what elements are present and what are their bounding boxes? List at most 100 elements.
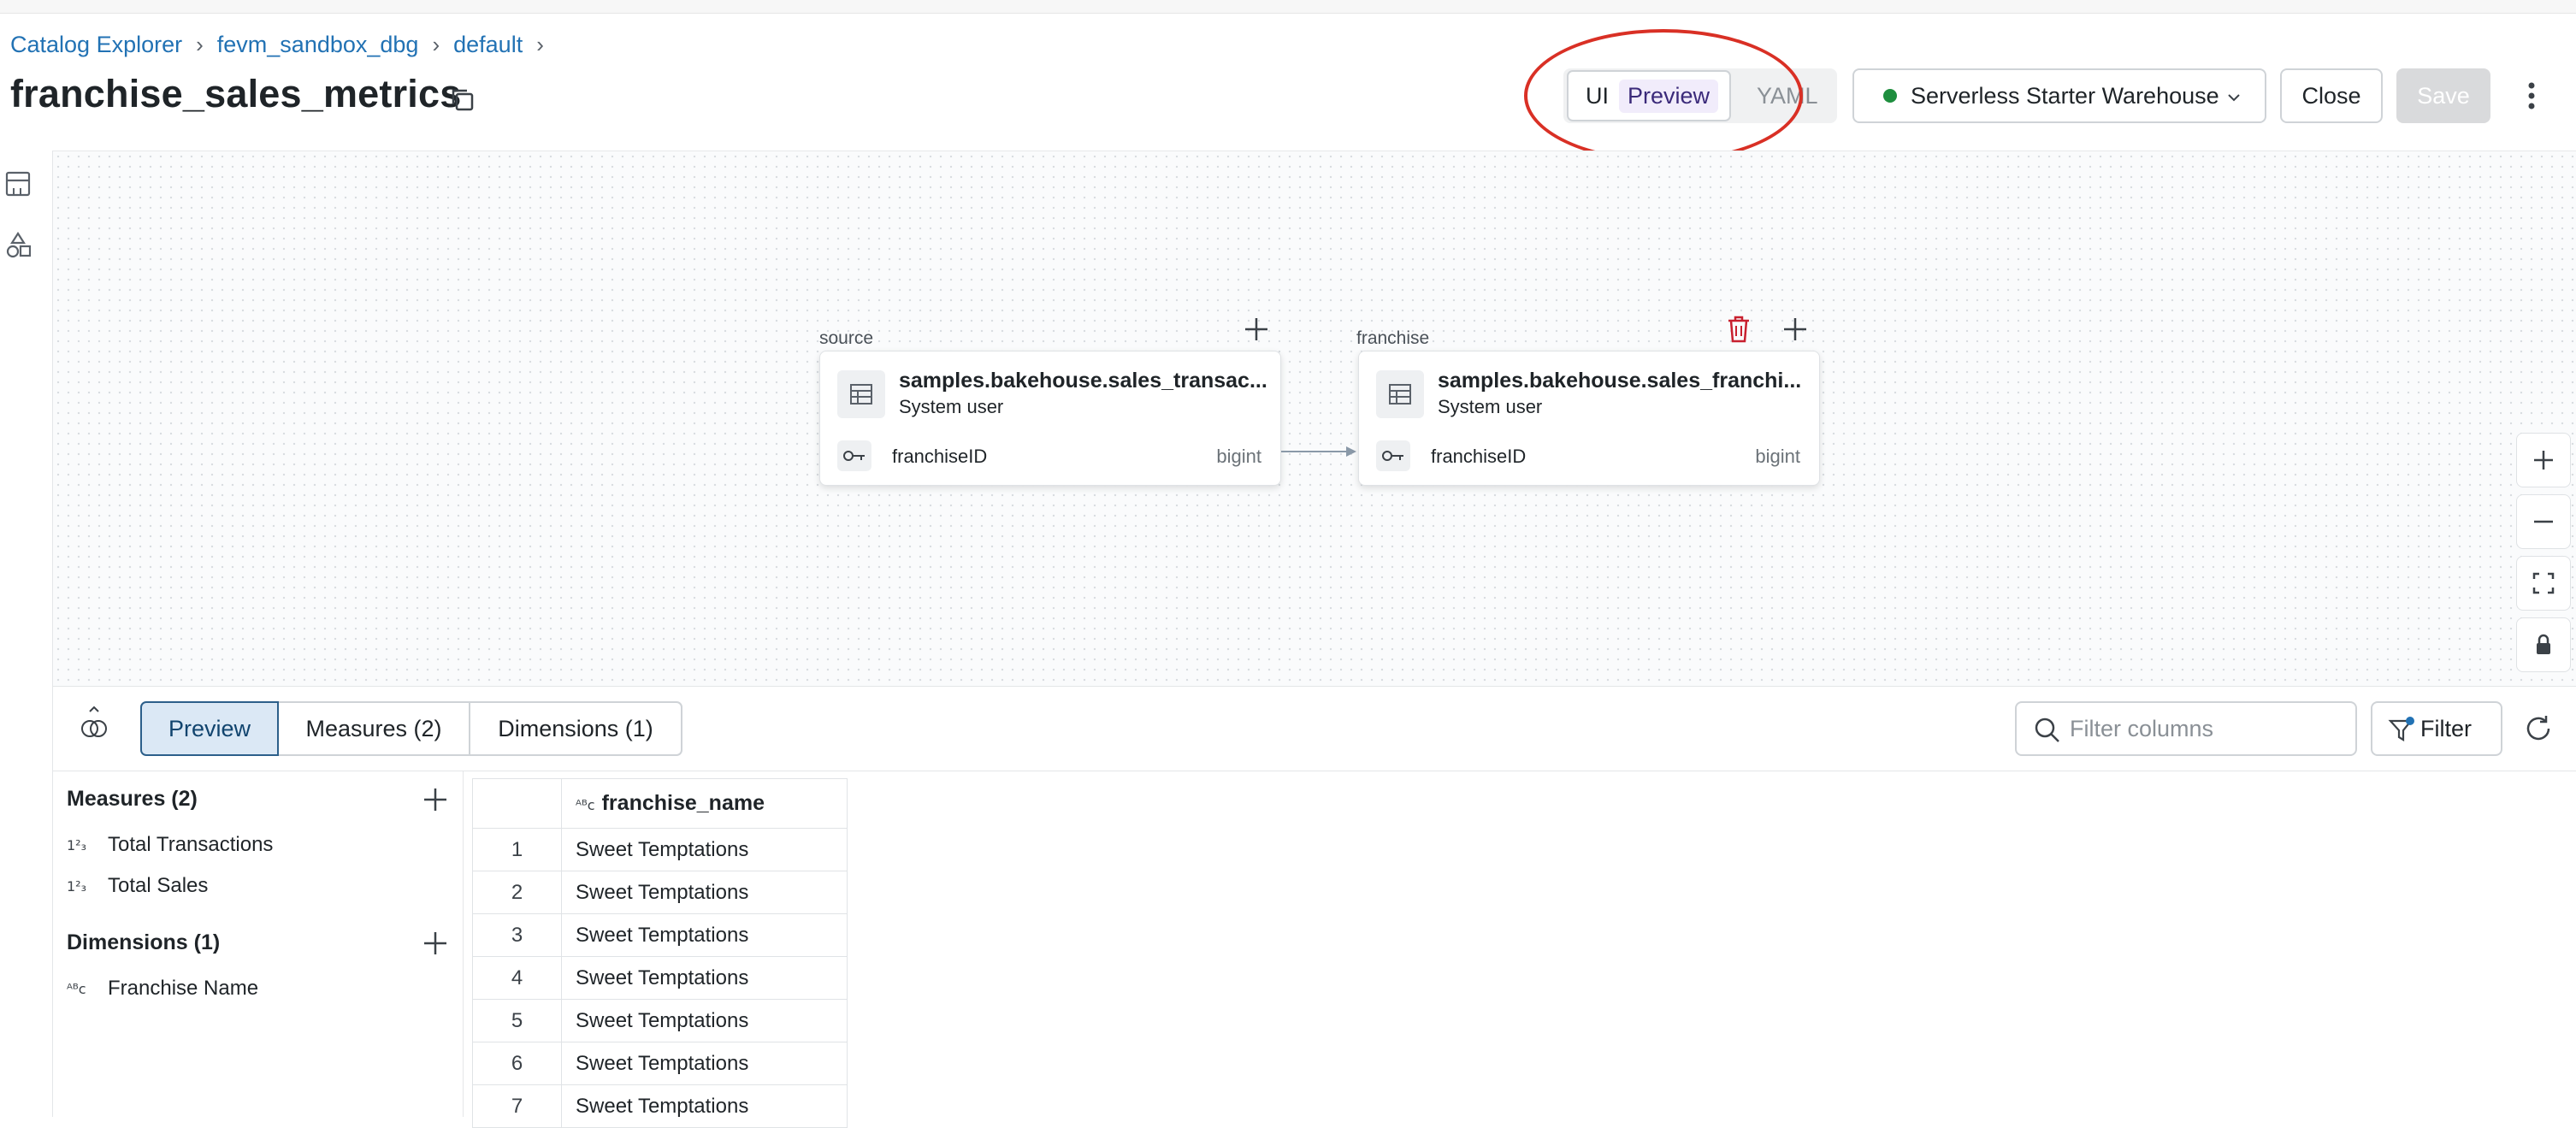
table-header-row: ᴬᴮc franchise_name: [472, 778, 848, 829]
table-cell[interactable]: Sweet Temptations: [561, 999, 848, 1042]
measure-item[interactable]: 1²₃ Total Transactions: [67, 833, 273, 857]
collapse-panel-icon[interactable]: [77, 705, 111, 742]
breadcrumb-schema[interactable]: default: [453, 32, 523, 58]
row-index: 5: [472, 999, 562, 1042]
preview-tabs: Preview Measures (2) Dimensions (1): [140, 701, 682, 756]
row-index-header: [472, 778, 562, 829]
measures-section-title: Measures (2): [67, 787, 198, 811]
measure-label: Total Sales: [108, 874, 209, 897]
breadcrumb-separator: ›: [432, 31, 440, 57]
dimension-label: Franchise Name: [108, 977, 259, 1000]
left-rail: [0, 151, 53, 1117]
row-index: 2: [472, 871, 562, 914]
preview-table: ᴬᴮc franchise_name 1 Sweet Temptations 2 Sw…: [472, 778, 848, 1128]
top-border: [0, 0, 2576, 14]
row-index: 3: [472, 913, 562, 957]
tab-dimensions[interactable]: Dimensions (1): [469, 701, 682, 756]
table-row: 1 Sweet Temptations: [472, 828, 848, 871]
source-table-owner: System user: [899, 396, 1004, 417]
lineage-canvas[interactable]: [53, 151, 2576, 686]
table-row: 6 Sweet Temptations: [472, 1042, 848, 1085]
table-row: 5 Sweet Temptations: [472, 999, 848, 1042]
add-measure-plus-icon[interactable]: [421, 785, 450, 814]
column-header[interactable]: ᴬᴮc franchise_name: [561, 778, 848, 829]
warehouse-selector[interactable]: Serverless Starter Warehouse: [1852, 68, 2266, 123]
breadcrumb-separator: ›: [536, 31, 544, 57]
franchise-table-owner: System user: [1438, 396, 1543, 417]
numeric-type-icon: 1²₃: [67, 836, 87, 853]
filter-columns-input[interactable]: Filter columns: [2015, 701, 2357, 756]
table-icon: [1376, 370, 1424, 418]
status-dot-icon: [1883, 89, 1897, 103]
measure-label: Total Transactions: [108, 833, 274, 856]
fit-view-button[interactable]: [2516, 556, 2571, 611]
breadcrumb-catalog-explorer[interactable]: Catalog Explorer: [10, 32, 182, 58]
table-row: 7 Sweet Temptations: [472, 1084, 848, 1128]
dimension-item[interactable]: ᴬᴮc Franchise Name: [67, 977, 258, 1001]
table-cell[interactable]: Sweet Temptations: [561, 1042, 848, 1085]
filter-button[interactable]: Filter: [2371, 701, 2502, 756]
shapes-icon[interactable]: [5, 231, 32, 260]
ui-toggle-option[interactable]: UI Preview: [1567, 70, 1731, 121]
franchise-column-name: franchiseID: [1431, 446, 1527, 467]
zoom-in-button[interactable]: [2516, 433, 2571, 487]
table-layout-icon[interactable]: [5, 169, 31, 198]
filter-icon: [2388, 717, 2414, 741]
table-cell[interactable]: Sweet Temptations: [561, 871, 848, 914]
franchise-table-node[interactable]: samples.bakehouse.sales_franchi... Syste…: [1358, 351, 1820, 486]
string-type-icon: ᴬᴮc: [67, 980, 86, 997]
measure-item[interactable]: 1²₃ Total Sales: [67, 874, 208, 898]
table-cell[interactable]: Sweet Temptations: [561, 828, 848, 871]
key-icon: [837, 440, 871, 471]
source-column-type: bigint: [1216, 446, 1261, 467]
filter-label: Filter: [2420, 715, 2472, 741]
warehouse-name: Serverless Starter Warehouse: [1911, 82, 2219, 109]
source-node-label: source: [819, 328, 874, 348]
add-dimension-plus-icon[interactable]: [421, 929, 450, 958]
chevron-down-icon: [2228, 94, 2240, 102]
table-cell[interactable]: Sweet Temptations: [561, 913, 848, 957]
franchise-column-type: bigint: [1755, 446, 1800, 467]
string-type-icon: ᴬᴮc: [576, 797, 595, 813]
source-table-name: samples.bakehouse.sales_transac...: [899, 369, 1267, 393]
lock-view-button[interactable]: [2516, 617, 2571, 672]
table-cell[interactable]: Sweet Temptations: [561, 1084, 848, 1128]
breadcrumb-catalog[interactable]: fevm_sandbox_dbg: [217, 32, 419, 58]
delete-trash-icon[interactable]: [1726, 315, 1752, 344]
table-row: 3 Sweet Temptations: [472, 913, 848, 957]
more-options-icon[interactable]: [2518, 79, 2545, 113]
yaml-toggle-option[interactable]: YAML: [1757, 70, 1834, 121]
page-title: franchise_sales_metrics: [10, 72, 462, 115]
row-index: 1: [472, 828, 562, 871]
refresh-icon[interactable]: [2523, 713, 2554, 744]
row-index: 4: [472, 956, 562, 1000]
breadcrumb-separator: ›: [196, 31, 204, 57]
ui-toggle-label: UI: [1586, 82, 1609, 109]
tab-preview[interactable]: Preview: [140, 701, 279, 756]
preview-badge: Preview: [1619, 79, 1719, 113]
row-index: 7: [472, 1084, 562, 1128]
table-cell[interactable]: Sweet Temptations: [561, 956, 848, 1000]
franchise-table-name: samples.bakehouse.sales_franchi...: [1438, 369, 1802, 393]
column-header-label: franchise_name: [601, 791, 765, 815]
franchise-node-label: franchise: [1356, 328, 1430, 348]
key-icon: [1376, 440, 1410, 471]
source-table-node[interactable]: samples.bakehouse.sales_transac... Syste…: [819, 351, 1281, 486]
search-icon: [2035, 718, 2059, 742]
copy-icon[interactable]: [448, 86, 476, 113]
table-row: 4 Sweet Temptations: [472, 956, 848, 1000]
close-button[interactable]: Close: [2280, 68, 2383, 123]
zoom-out-button[interactable]: [2516, 494, 2571, 549]
tab-measures[interactable]: Measures (2): [277, 701, 470, 756]
filter-placeholder: Filter columns: [2070, 715, 2214, 741]
numeric-type-icon: 1²₃: [67, 877, 87, 895]
join-edge-arrow: [1281, 446, 1356, 457]
row-index: 6: [472, 1042, 562, 1085]
add-source-plus-icon[interactable]: [1242, 315, 1271, 344]
breadcrumb: Catalog Explorer › fevm_sandbox_dbg › de…: [10, 29, 558, 60]
dimensions-section-title: Dimensions (1): [67, 930, 221, 954]
add-join-plus-icon[interactable]: [1781, 315, 1810, 344]
table-row: 2 Sweet Temptations: [472, 871, 848, 914]
source-column-name: franchiseID: [892, 446, 988, 467]
save-button[interactable]: Save: [2396, 68, 2490, 123]
